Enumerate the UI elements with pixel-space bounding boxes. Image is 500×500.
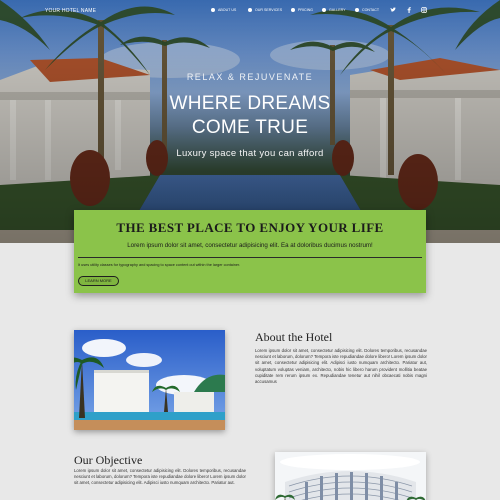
hero-headline-line1: WHERE DREAMS bbox=[169, 93, 331, 114]
objective-title: Our Objective bbox=[74, 453, 143, 467]
hero-banner: YOUR HOTEL NAME ABOUT US OUR SERVICES PR… bbox=[0, 0, 500, 243]
hero-kicker: RELAX & REJUVENATE bbox=[186, 72, 314, 82]
facebook-icon[interactable] bbox=[406, 7, 412, 13]
nav-item-pricing[interactable]: PRICING bbox=[291, 8, 313, 12]
pricing-icon bbox=[291, 8, 295, 12]
hero-tagline: Luxury space that you can afford bbox=[176, 148, 324, 159]
nav-item-gallery[interactable]: GALLERY bbox=[322, 8, 346, 12]
about-hotel-photo bbox=[74, 330, 225, 430]
promo-card-subtitle: Lorem ipsum dolor sit amet, consectetur … bbox=[127, 242, 373, 249]
nav-item-services[interactable]: OUR SERVICES bbox=[248, 8, 282, 12]
hero-headline-line2: COME TRUE bbox=[191, 117, 309, 138]
nav-item-label: CONTACT bbox=[362, 8, 380, 12]
objective-text: Lorem ipsum dolor sit amet, consectetur … bbox=[74, 468, 246, 486]
gallery-icon bbox=[322, 8, 326, 12]
nav-item-label: GALLERY bbox=[329, 8, 346, 12]
promo-card: THE BEST PLACE TO ENJOY YOUR LIFE Lorem … bbox=[74, 210, 426, 293]
objective-hotel-photo bbox=[275, 452, 426, 500]
promo-card-divider bbox=[78, 257, 422, 258]
nav-item-label: ABOUT US bbox=[218, 8, 237, 12]
services-icon bbox=[248, 8, 252, 12]
brand-logo-text[interactable]: YOUR HOTEL NAME bbox=[45, 8, 96, 14]
nav-item-contact[interactable]: CONTACT bbox=[355, 8, 379, 12]
contact-icon bbox=[355, 8, 359, 12]
about-title: About the Hotel bbox=[255, 330, 333, 344]
hero-headline: WHERE DREAMS COME TRUE bbox=[0, 92, 500, 140]
about-text: Lorem ipsum dolor sit amet, consectetur … bbox=[255, 348, 427, 385]
promo-card-note: It uses utility classes for typography a… bbox=[78, 263, 241, 267]
promo-card-title: THE BEST PLACE TO ENJOY YOUR LIFE bbox=[116, 220, 384, 235]
nav-item-about[interactable]: ABOUT US bbox=[211, 8, 236, 12]
learn-more-button[interactable]: LEARN MORE bbox=[78, 276, 119, 286]
twitter-icon[interactable] bbox=[390, 7, 396, 13]
nav-item-label: PRICING bbox=[298, 8, 313, 12]
nav-item-label: OUR SERVICES bbox=[255, 8, 283, 12]
instagram-icon[interactable] bbox=[421, 7, 427, 13]
info-icon bbox=[211, 8, 215, 12]
